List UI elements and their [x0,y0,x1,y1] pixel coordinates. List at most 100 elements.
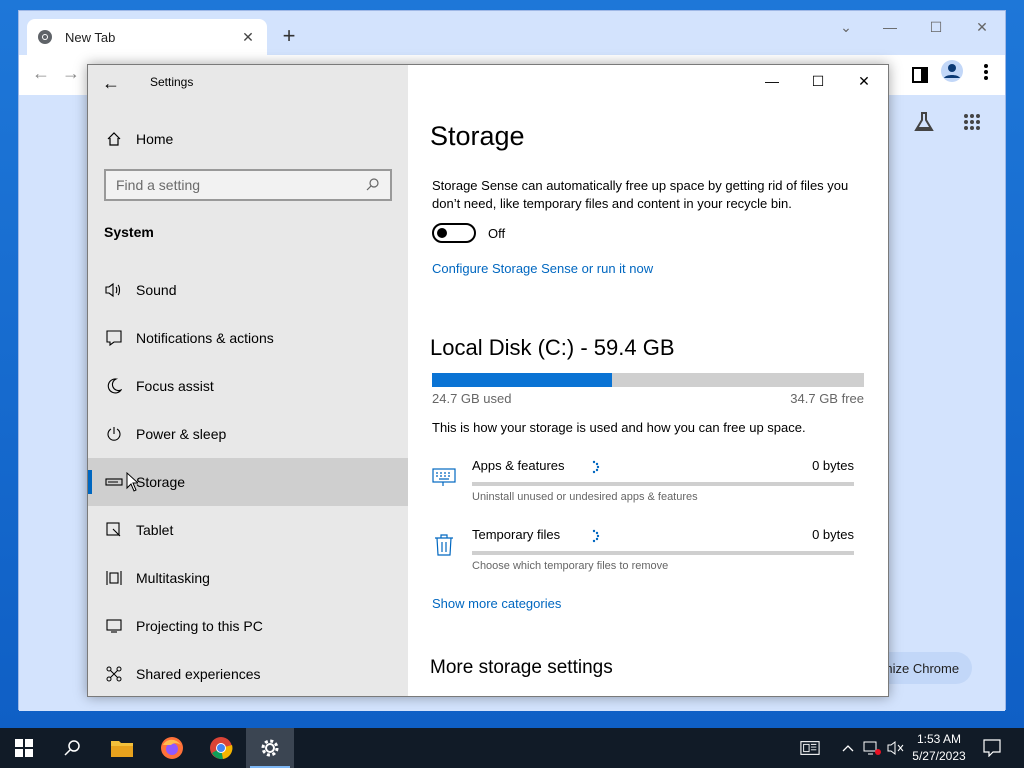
sidebar-item-focus-assist[interactable]: Focus assist [88,362,408,410]
back-arrow-icon[interactable]: ← [102,73,122,93]
clock-time: 1:53 AM [916,732,962,746]
category-apps-features[interactable]: Apps & features 0 bytes Uninstall unused… [432,458,864,514]
chrome-button[interactable] [197,728,245,768]
folder-icon [111,741,133,757]
category-usage-bar [472,482,854,486]
chrome-tab-new-tab[interactable]: New Tab ✕ [27,19,267,55]
sidebar-item-home[interactable]: Home [104,127,173,151]
storage-sense-description: Storage Sense can automatically free up … [432,178,849,211]
storage-icon [104,472,124,492]
chevron-down-icon[interactable]: ⌄ [831,19,861,36]
windows-logo-icon [15,739,33,757]
sidebar-home-label: Home [136,131,174,147]
maximize-icon[interactable]: ☐ [921,19,951,36]
firefox-icon [161,737,183,759]
maximize-icon[interactable]: ☐ [798,69,838,93]
labs-flask-icon[interactable] [912,110,936,134]
chrome-icon [210,737,233,760]
more-menu-icon[interactable] [974,60,998,84]
sidebar-item-label: Projecting to this PC [136,618,263,634]
profile-avatar-icon[interactable] [940,59,964,83]
taskbar: 1:53 AM 5/27/2023 [0,728,1024,768]
speaker-icon [104,280,124,300]
sidebar-item-notifications[interactable]: Notifications & actions [88,314,408,362]
minimize-icon[interactable]: — [752,69,792,93]
sidebar-item-multitasking[interactable]: Multitasking [88,554,408,602]
category-description: Uninstall unused or undesired apps & fea… [472,491,698,503]
firefox-button[interactable] [148,728,196,768]
category-name: Temporary files [472,527,561,542]
sidebar-item-projecting[interactable]: Projecting to this PC [88,602,408,650]
volume-muted-icon[interactable] [886,738,906,758]
sidebar-item-label: Focus assist [136,378,214,394]
category-name: Apps & features [472,458,565,473]
section-heading-system: System [104,224,154,240]
disk-used-label: 24.7 GB used [432,391,512,406]
close-tab-icon[interactable]: ✕ [239,29,257,46]
file-explorer-button[interactable] [98,728,146,768]
disk-usage-fill [432,373,612,387]
category-description: Choose which temporary files to remove [472,560,669,572]
search-input[interactable] [116,177,366,193]
settings-taskbar-button[interactable] [246,728,294,768]
configure-storage-sense-link[interactable]: Configure Storage Sense or run it now [432,261,653,276]
storage-sense-toggle[interactable] [432,223,476,243]
sidebar-item-label: Storage [136,474,186,490]
toggle-state-label: Off [488,226,506,241]
sidebar-item-label: Shared experiences [136,666,261,682]
close-icon[interactable]: ✕ [844,69,884,93]
side-panel-icon[interactable] [908,63,932,87]
sidebar-item-shared-experiences[interactable]: Shared experiences [88,650,408,698]
gear-icon [261,739,279,757]
more-storage-settings-heading: More storage settings [430,657,613,678]
loading-spinner-icon [592,529,600,543]
search-button[interactable] [48,728,96,768]
minimize-icon[interactable]: — [875,19,905,35]
back-arrow-icon[interactable]: ← [29,63,53,84]
start-button[interactable] [0,728,48,768]
search-icon [366,177,380,194]
disk-usage-description: This is how your storage is used and how… [432,420,806,435]
notification-icon [104,328,124,348]
taskbar-clock[interactable]: 1:53 AM 5/27/2023 [908,731,970,765]
category-temporary-files[interactable]: Temporary files 0 bytes Choose which tem… [432,527,864,583]
sidebar-item-label: Tablet [136,522,174,538]
disk-usage-bar [432,373,864,387]
sidebar-item-power-sleep[interactable]: Power & sleep [88,410,408,458]
chevron-up-icon[interactable] [838,738,858,758]
close-icon[interactable]: ✕ [967,19,997,36]
network-icon[interactable] [862,738,882,758]
settings-sidebar: ← Settings Home System Sound Notific [88,65,408,696]
chrome-tab-bar: New Tab ✕ + ⌄ — ☐ ✕ [19,11,1005,55]
keyboard-icon [432,468,456,486]
search-icon [64,740,80,756]
settings-window-title: Settings [150,75,194,89]
sidebar-item-tablet[interactable]: Tablet [88,506,408,554]
disk-free-label: 34.7 GB free [790,391,864,406]
category-size: 0 bytes [812,527,854,542]
power-icon [104,424,124,444]
settings-window: ← Settings Home System Sound Notific [87,64,889,697]
toggle-knob [437,228,447,238]
sidebar-item-sound[interactable]: Sound [88,266,408,314]
sidebar-item-label: Multitasking [136,570,210,586]
mouse-cursor-icon [126,472,138,492]
find-setting-search[interactable] [104,169,392,201]
trash-icon [435,534,453,556]
category-usage-bar [472,551,854,555]
action-center-icon[interactable] [982,738,1002,758]
news-widget-icon[interactable] [800,738,820,758]
clock-date: 5/27/2023 [912,749,966,763]
tablet-icon [104,520,124,540]
moon-icon [104,376,124,396]
category-size: 0 bytes [812,458,854,473]
disk-title: Local Disk (C:) - 59.4 GB [430,335,675,360]
forward-arrow-icon[interactable]: → [59,63,83,84]
apps-grid-icon[interactable] [960,110,984,134]
chrome-favicon-icon [38,30,52,44]
sidebar-item-label: Power & sleep [136,426,227,442]
projecting-icon [104,616,124,636]
sidebar-item-label: Sound [136,282,177,298]
new-tab-button[interactable]: + [277,25,301,49]
show-more-categories-link[interactable]: Show more categories [432,596,561,611]
